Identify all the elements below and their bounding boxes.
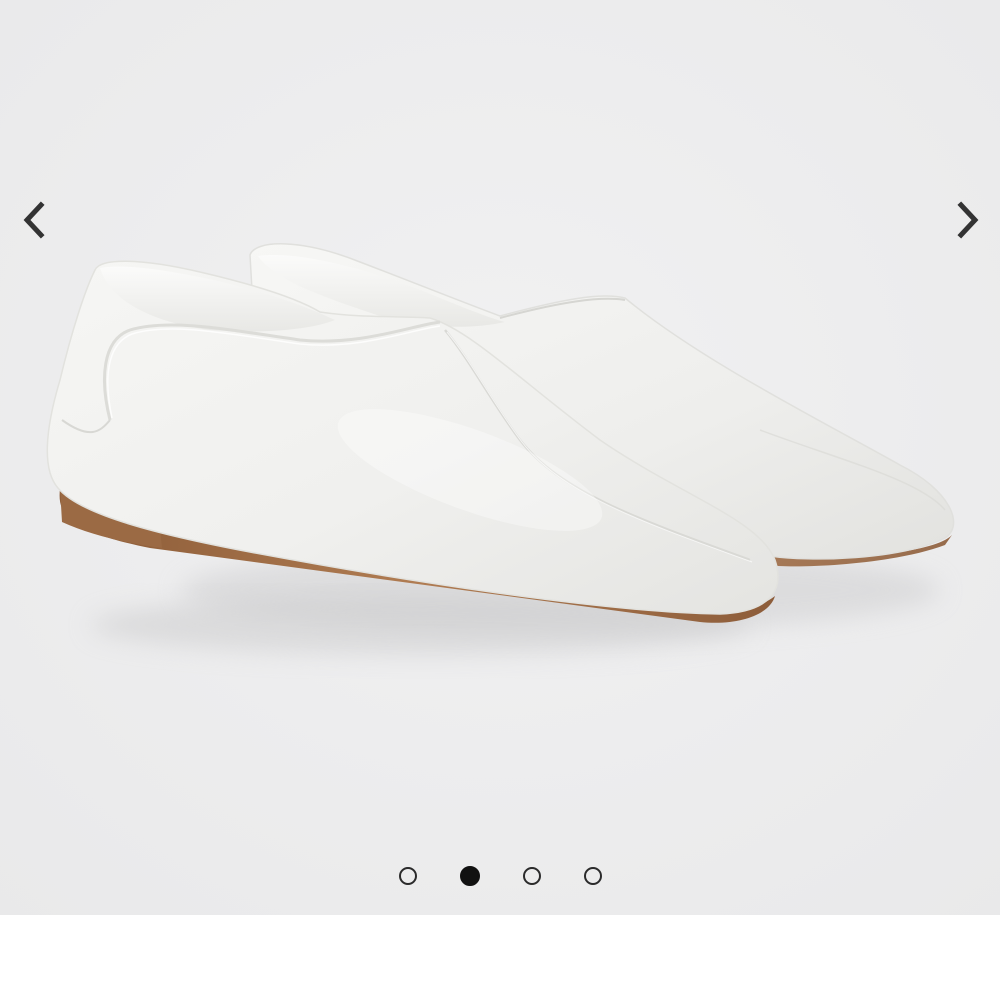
slide-dot-3[interactable] — [522, 867, 541, 885]
slide-dot-2-active[interactable] — [459, 866, 480, 886]
page-content-below-gallery — [0, 915, 1000, 1000]
product-image — [0, 0, 1000, 915]
previous-image-button[interactable] — [8, 192, 60, 248]
chevron-left-icon — [23, 201, 45, 239]
product-image-gallery — [0, 0, 1000, 915]
slide-indicator — [0, 863, 1000, 889]
chevron-right-icon — [957, 201, 979, 239]
slide-dot-4[interactable] — [583, 867, 602, 885]
slide-dot-1[interactable] — [398, 867, 417, 885]
next-image-button[interactable] — [942, 192, 994, 248]
